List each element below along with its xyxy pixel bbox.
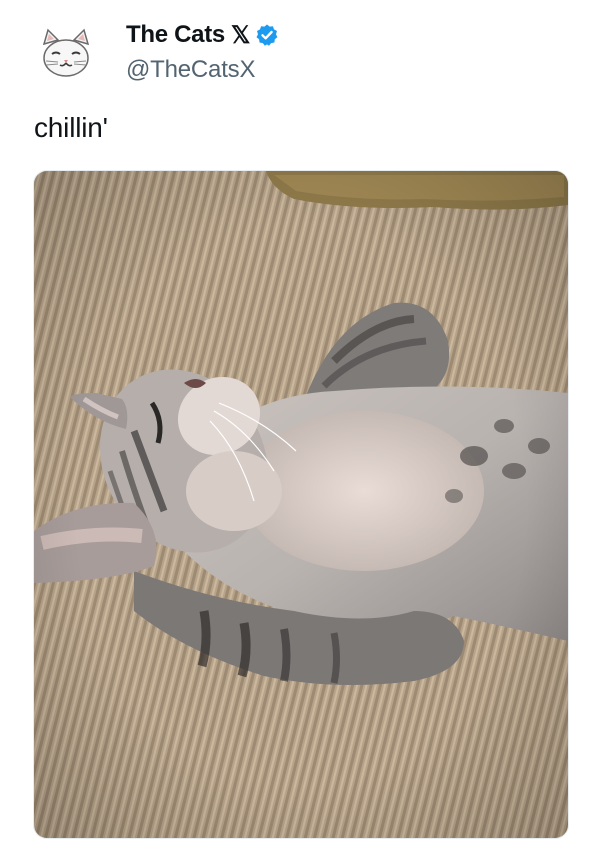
tweet-media-photo[interactable] <box>33 170 569 839</box>
user-handle[interactable]: @TheCatsX <box>126 56 279 84</box>
verified-badge-icon <box>256 24 278 46</box>
cat-avatar-icon <box>34 22 98 86</box>
tweet-header: The Cats 𝕏 @TheCatsX <box>126 18 279 84</box>
x-logo-icon: 𝕏 <box>230 21 251 49</box>
kitten-photo-image <box>34 171 568 838</box>
profile-avatar[interactable] <box>34 22 98 86</box>
tweet-text: chillin' <box>34 112 108 143</box>
name-row: The Cats 𝕏 <box>126 18 279 52</box>
display-name[interactable]: The Cats <box>126 21 225 49</box>
